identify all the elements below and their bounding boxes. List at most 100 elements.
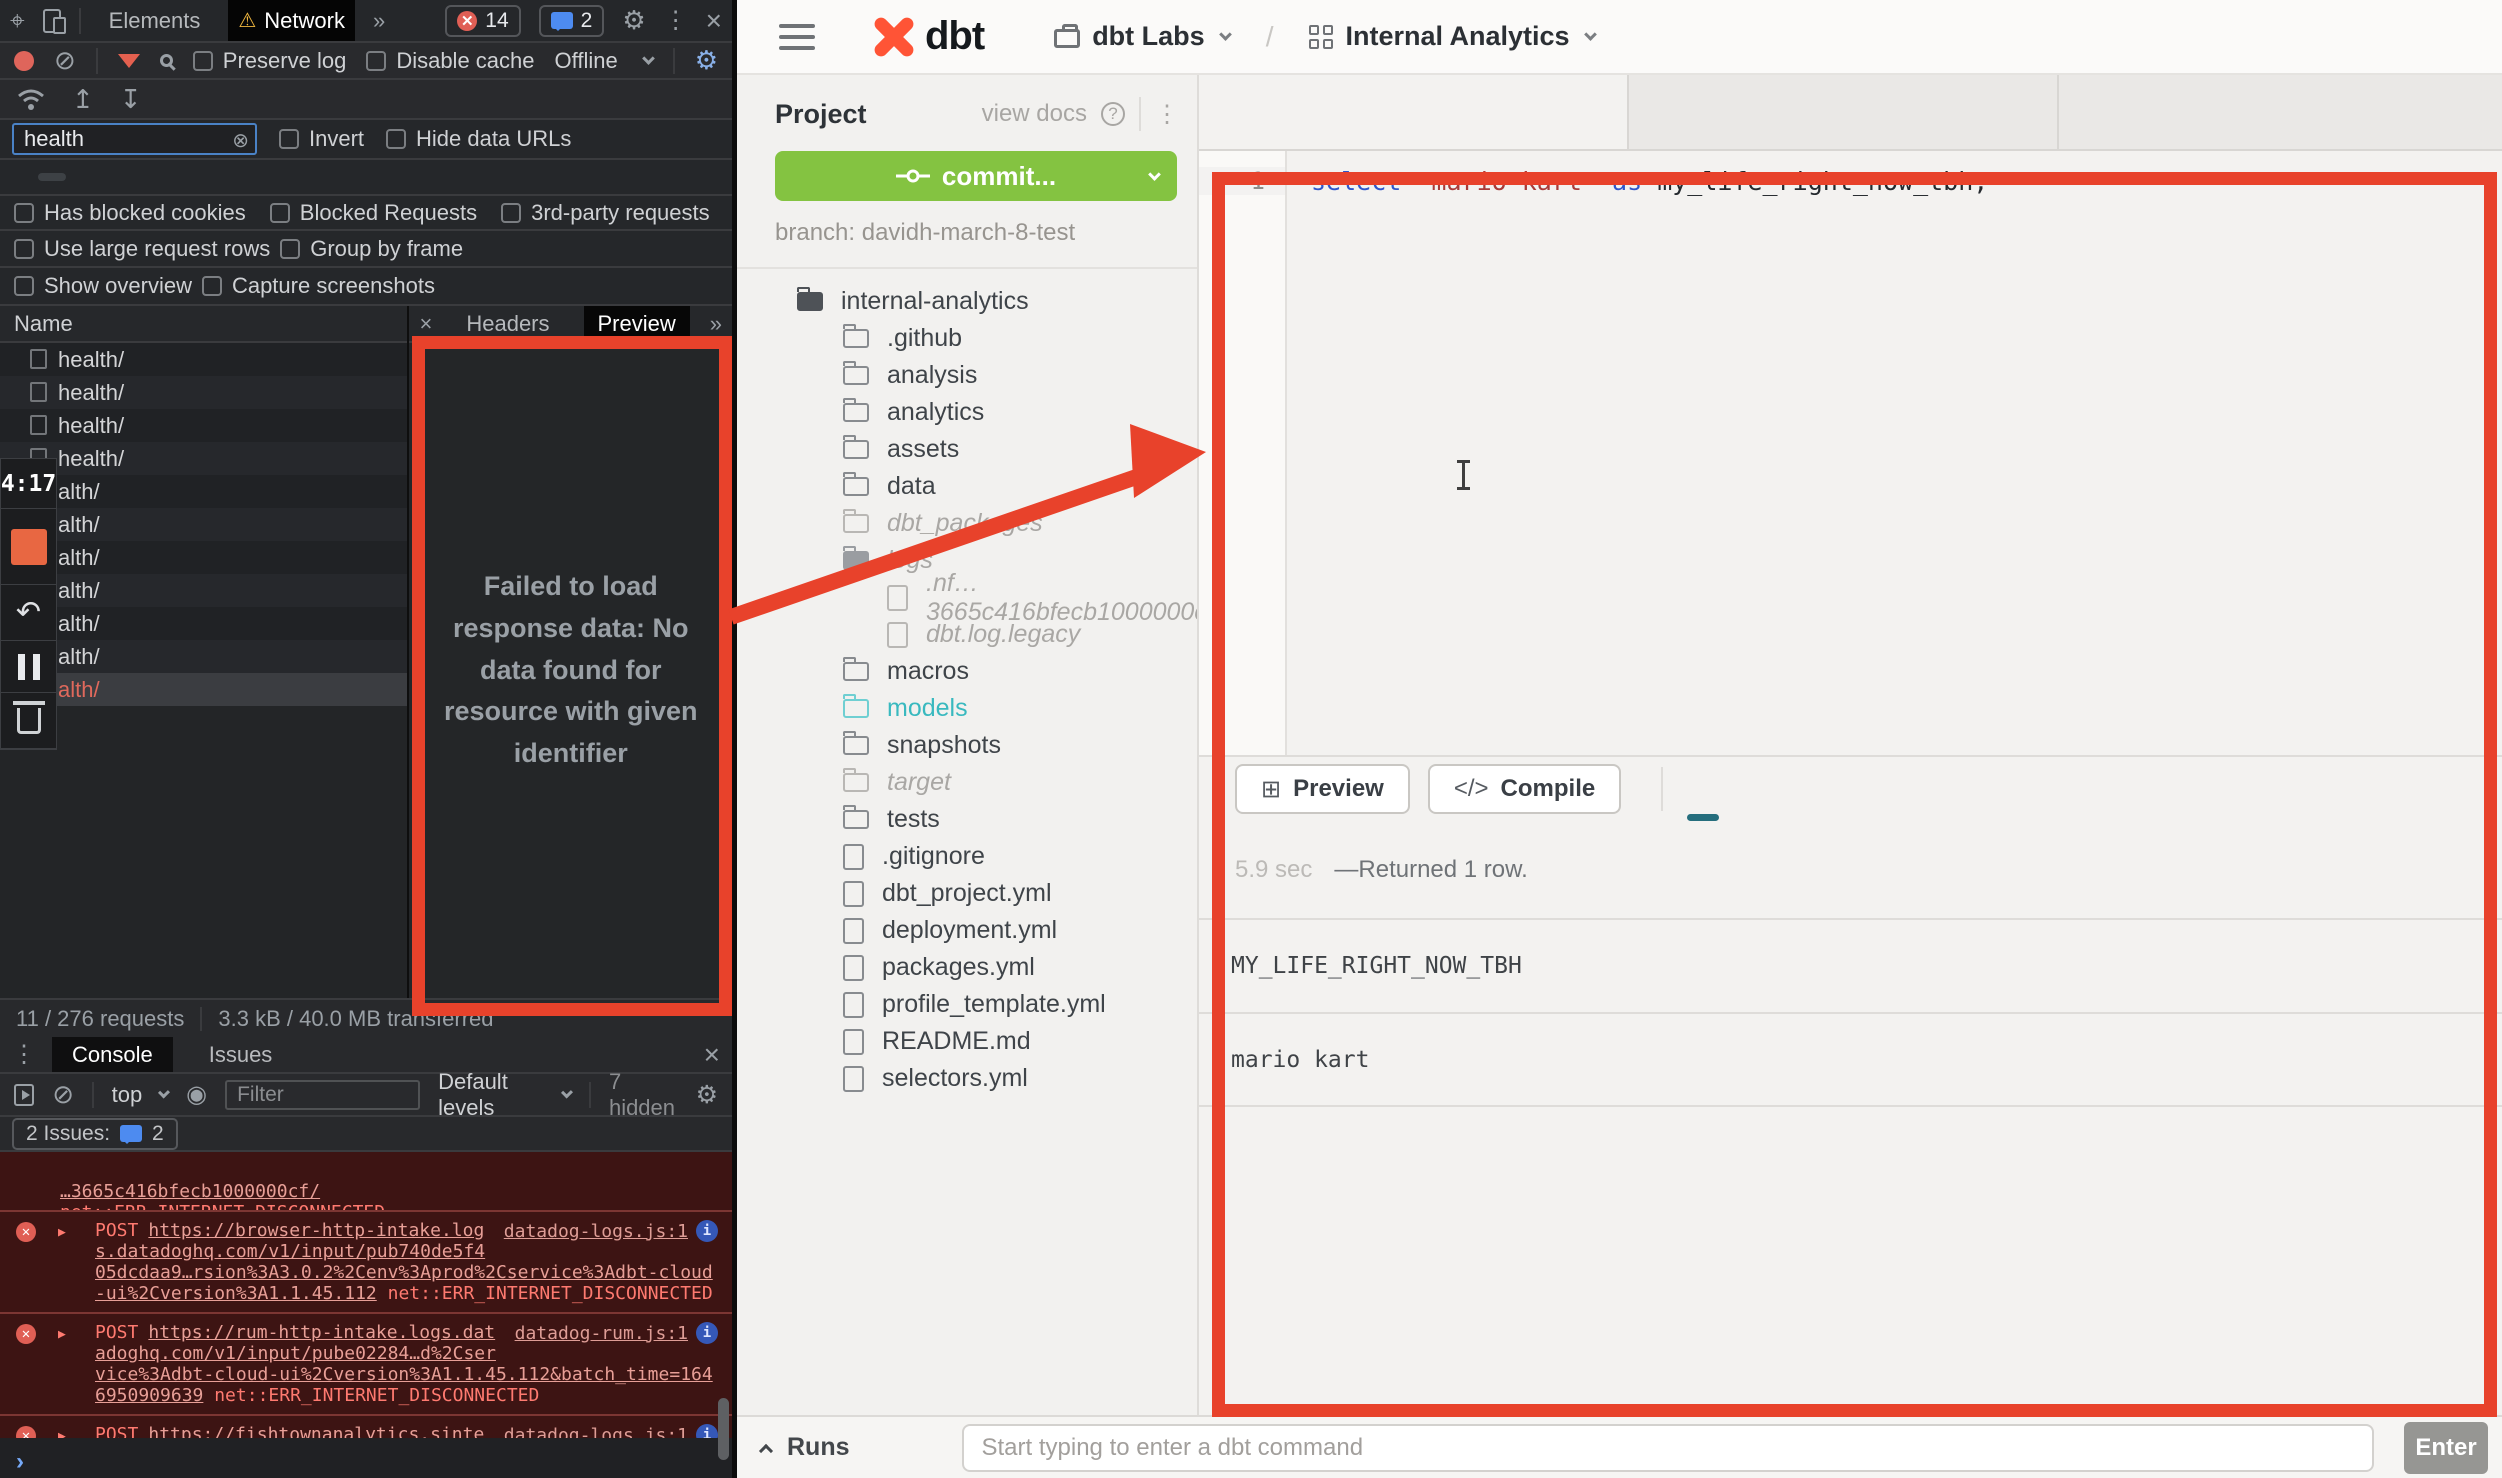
enter-button[interactable]: Enter (2404, 1422, 2488, 1474)
view-docs-link[interactable]: view docs (982, 100, 1087, 128)
tree-item[interactable]: profile_template.yml (737, 986, 1197, 1023)
request-row[interactable]: health/ (0, 442, 407, 475)
tree-item[interactable]: analytics (737, 394, 1197, 431)
error-badge[interactable]: ✕ 14 (445, 5, 520, 37)
help-icon[interactable]: ? (1101, 102, 1125, 126)
pause-recording-button[interactable] (1, 641, 56, 693)
filter-checkbox[interactable]: Blocked Requests (270, 200, 477, 226)
clear-filter-icon[interactable]: ⊗ (232, 128, 249, 153)
org-switcher[interactable]: dbt Labs (1054, 21, 1230, 52)
name-column-header[interactable]: Name (0, 306, 407, 343)
tree-item[interactable]: tests (737, 801, 1197, 838)
expand-arrow-icon[interactable]: ▶ (58, 1222, 66, 1243)
network-filter-input[interactable] (12, 123, 257, 155)
record-icon[interactable] (14, 51, 34, 71)
source-link[interactable]: datadog-rum.js:1 (515, 1323, 688, 1344)
expand-arrow-icon[interactable]: ▶ (58, 1324, 66, 1345)
tree-item[interactable]: models (737, 690, 1197, 727)
chevron-down-icon[interactable] (642, 52, 655, 65)
console-error-row[interactable]: ✕ ▶ i …3665c416bfecb1000000cf/ net::ERR_… (0, 1152, 732, 1210)
tree-item[interactable]: dbt_project.yml (737, 875, 1197, 912)
throttling-select[interactable]: Offline (555, 48, 618, 74)
kebab-menu-icon[interactable]: ⋮ (12, 1040, 36, 1069)
option-checkbox[interactable]: Group by frame (280, 236, 463, 262)
console-prompt-icon[interactable]: › (0, 1438, 732, 1476)
compile-button[interactable]: </> Compile (1428, 764, 1621, 814)
console-scrollbar[interactable] (718, 1398, 729, 1460)
tab-preview[interactable]: Preview (584, 306, 690, 341)
tree-item[interactable]: internal-analytics (737, 283, 1197, 320)
request-row[interactable]: health/ (0, 409, 407, 442)
clear-console-icon[interactable]: ⊘ (52, 1079, 74, 1110)
sql-editor[interactable]: 1 select 'mario kart' as my_life_right_n… (1199, 151, 2502, 755)
more-tabs-icon[interactable]: » (373, 8, 385, 34)
context-select[interactable]: top (112, 1082, 143, 1108)
result-row[interactable]: mario kart (1199, 1014, 2502, 1107)
option-checkbox[interactable]: Use large request rows (14, 236, 270, 262)
chevron-down-icon[interactable] (1148, 168, 1161, 181)
tree-item[interactable]: target (737, 764, 1197, 801)
network-conditions-icon[interactable] (16, 86, 46, 112)
commit-button[interactable]: commit... (775, 151, 1177, 201)
device-toolbar-icon[interactable] (43, 9, 61, 33)
hide-data-urls-checkbox[interactable]: Hide data URLs (386, 126, 571, 152)
tree-item[interactable]: dbt_packages (737, 505, 1197, 542)
option-checkbox[interactable]: Show overview (14, 273, 192, 299)
request-row[interactable]: alth/ (0, 475, 407, 508)
preserve-log-checkbox[interactable]: Preserve log (193, 48, 347, 74)
tab-headers[interactable]: Headers (452, 306, 563, 341)
clear-icon[interactable]: ⊘ (54, 45, 76, 76)
tab-console[interactable]: Console (52, 1037, 173, 1072)
info-icon[interactable]: i (696, 1220, 718, 1242)
code-area[interactable]: select 'mario kart' as my_life_right_now… (1287, 151, 1988, 755)
filter-checkbox[interactable]: 3rd-party requests (501, 200, 710, 226)
tab-issues[interactable]: Issues (189, 1037, 293, 1072)
export-har-icon[interactable]: ↧ (120, 84, 142, 115)
request-row[interactable]: alth/ (0, 640, 407, 673)
chevron-up-icon[interactable] (759, 1443, 773, 1457)
tab-network[interactable]: ⚠ Network (228, 0, 355, 41)
delete-recording-button[interactable] (1, 693, 56, 749)
console-error-row[interactable]: ✕ ▶ datadog-rum.js:1 i POSThttps://rum-h… (0, 1312, 732, 1414)
console-error-row[interactable]: ✕ ▶ datadog-logs.js:1 i POSThttps://fish… (0, 1414, 732, 1438)
expand-arrow-icon[interactable]: ▶ (58, 1426, 66, 1438)
request-row[interactable]: health/ (0, 376, 407, 409)
kebab-menu-icon[interactable]: ⋮ (664, 6, 688, 35)
tree-item[interactable]: assets (737, 431, 1197, 468)
request-row[interactable]: alth/ (0, 574, 407, 607)
close-icon[interactable]: × (706, 5, 722, 37)
eye-icon[interactable]: ◉ (186, 1080, 207, 1109)
tab-elements[interactable]: Elements (99, 0, 211, 41)
tree-item[interactable]: selectors.yml (737, 1060, 1197, 1097)
search-icon[interactable] (160, 54, 173, 67)
close-icon[interactable]: × (419, 311, 432, 337)
tree-item[interactable]: .nf…3665c416bfecb1000000cf (737, 579, 1197, 616)
tree-item[interactable]: deployment.yml (737, 912, 1197, 949)
editor-tab[interactable] (1629, 75, 2059, 149)
tree-item[interactable]: data (737, 468, 1197, 505)
console-settings-gear-icon[interactable]: ⚙ (696, 1080, 718, 1110)
request-row[interactable]: alth/ (0, 673, 407, 706)
source-link[interactable]: datadog-logs.js:1 (504, 1221, 688, 1242)
kebab-menu-icon[interactable]: ⋮ (1155, 100, 1179, 129)
stop-recording-button[interactable] (1, 509, 56, 585)
dbt-logo[interactable]: dbt (871, 14, 984, 60)
settings-gear-icon[interactable]: ⚙ (622, 5, 645, 36)
import-har-icon[interactable]: ↥ (72, 84, 94, 115)
tree-item[interactable]: packages.yml (737, 949, 1197, 986)
issues-badge[interactable]: 2 (539, 5, 605, 37)
preview-button[interactable]: ⊞ Preview (1235, 764, 1410, 814)
editor-tab[interactable] (1199, 75, 1629, 149)
console-error-row[interactable]: ✕ ▶ datadog-logs.js:1 i POSThttps://brow… (0, 1210, 732, 1312)
type-filter-chip[interactable] (38, 173, 66, 181)
console-sidebar-icon[interactable] (14, 1084, 34, 1106)
option-checkbox[interactable]: Capture screenshots (202, 273, 435, 299)
info-icon[interactable]: i (696, 1424, 718, 1438)
tree-item[interactable]: .gitignore (737, 838, 1197, 875)
request-row[interactable]: health/ (0, 343, 407, 376)
project-switcher[interactable]: Internal Analytics (1309, 21, 1594, 52)
dbt-command-input[interactable] (962, 1424, 2375, 1472)
request-row[interactable]: alth/ (0, 508, 407, 541)
tree-item[interactable]: snapshots (737, 727, 1197, 764)
request-url-link[interactable]: https://fishtownanalytics.sinter-collect… (95, 1424, 485, 1438)
